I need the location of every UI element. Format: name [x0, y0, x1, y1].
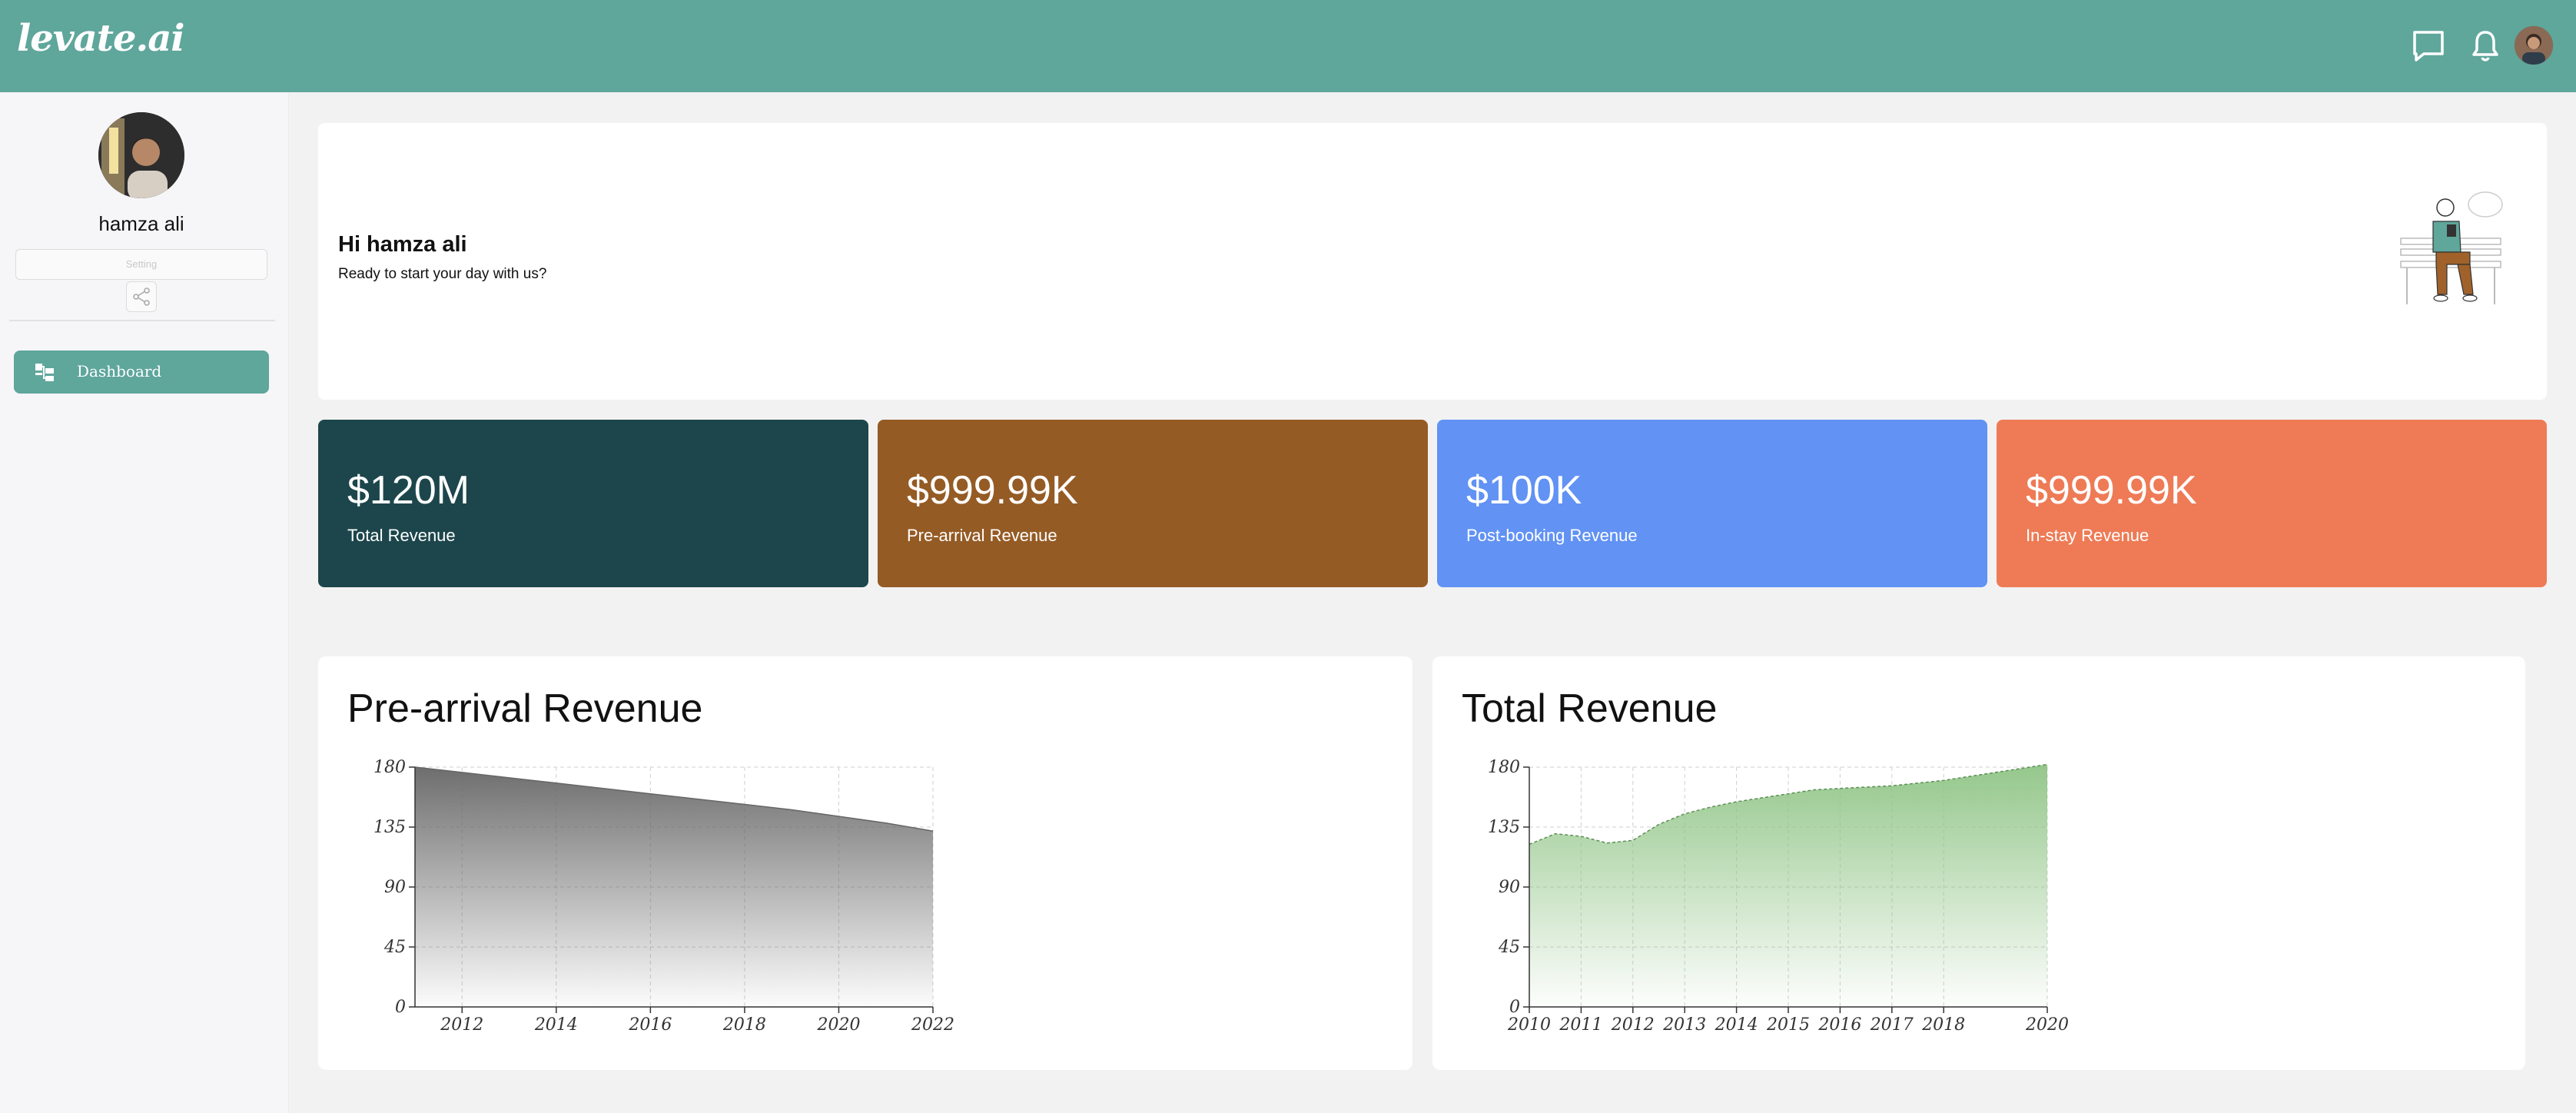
y-tick-label: 90 [1499, 878, 1520, 897]
stat-card-pre-arrival-revenue: $999.99K Pre-arrival Revenue [878, 420, 1428, 587]
x-tick-label: 2014 [1715, 1015, 1758, 1035]
person-on-bench-illustration [2400, 191, 2503, 304]
top-bar: levate.ai [0, 0, 2576, 92]
chart-plot-group: 0 45 90 135 180 2010 2011 2012 2013 2014 2015 2016 2… [1488, 758, 2069, 1035]
x-tick-label: 2018 [722, 1015, 766, 1035]
y-tick-label: 135 [1488, 818, 1520, 837]
sidebar-divider [9, 320, 275, 321]
stat-value: $100K [1466, 468, 1582, 513]
stat-label: Total Revenue [347, 526, 456, 545]
y-tick-label: 45 [383, 938, 406, 957]
x-tick-label: 2012 [440, 1015, 483, 1035]
x-tick-label: 2015 [1766, 1015, 1810, 1035]
x-tick-label: 2018 [1921, 1015, 1965, 1035]
pre-arrival-revenue-chart: 0 45 90 135 180 2012 2014 2016 2018 2020 2022 [373, 758, 954, 1035]
app-logo[interactable]: levate.ai [17, 17, 185, 60]
x-tick-label: 2014 [534, 1015, 578, 1035]
x-tick-label: 2020 [816, 1015, 860, 1035]
user-avatar[interactable] [2515, 26, 2553, 65]
welcome-card: Hi hamza ali Ready to start your day wit… [318, 123, 2547, 400]
message-icon[interactable] [2407, 25, 2450, 68]
chart-title: Total Revenue [1462, 686, 1718, 731]
greeting-subtitle: Ready to start your day with us? [338, 266, 547, 282]
series-area [1529, 764, 2047, 1007]
stat-label: Post-booking Revenue [1466, 526, 1638, 545]
user-avatar-image [2515, 26, 2553, 65]
stat-value: $999.99K [907, 468, 1078, 513]
y-tick-label: 45 [1498, 938, 1520, 957]
x-tick-label: 2012 [1611, 1015, 1655, 1035]
chart-card-total-revenue: Total Revenue 0 45 90 135 180 2010 2011 2012 201… [1432, 656, 2525, 1070]
stat-label: In-stay Revenue [2026, 526, 2149, 545]
y-tick-label: 0 [1509, 998, 1520, 1017]
x-tick-label: 2022 [911, 1015, 954, 1035]
share-icon [133, 287, 150, 306]
dashboard-icon [35, 364, 54, 381]
profile-avatar[interactable] [98, 112, 184, 198]
total-revenue-chart: 0 45 90 135 180 2010 2011 2012 2013 2014 2015 2016 2… [1488, 758, 2069, 1035]
x-tick-label: 2016 [628, 1015, 672, 1035]
y-tick-label: 0 [395, 998, 406, 1017]
stat-card-in-stay-revenue: $999.99K In-stay Revenue [1997, 420, 2547, 587]
greeting-title: Hi hamza ali [338, 232, 467, 257]
x-tick-label: 2016 [1817, 1015, 1861, 1035]
sidebar-item-dashboard[interactable]: Dashboard [14, 351, 269, 394]
sidebar: hamza ali Setting Dashboard [0, 92, 289, 1113]
x-tick-label: 2020 [2025, 1015, 2069, 1035]
bell-icon[interactable] [2464, 25, 2507, 68]
y-tick-label: 180 [373, 758, 406, 777]
profile-name: hamza ali [98, 212, 184, 235]
y-tick-label: 135 [373, 818, 406, 837]
stat-value: $999.99K [2026, 468, 2197, 513]
chart-plot-group: 0 45 90 135 180 2012 2014 2016 2018 2020 2022 [373, 758, 954, 1035]
sidebar-item-label: Dashboard [77, 362, 162, 380]
y-tick-label: 90 [384, 878, 406, 897]
setting-button[interactable]: Setting [15, 249, 267, 280]
stat-card-post-booking-revenue: $100K Post-booking Revenue [1437, 420, 1987, 587]
x-tick-label: 2017 [1870, 1015, 1914, 1035]
share-button[interactable] [126, 281, 157, 312]
profile-photo [98, 112, 184, 198]
series-area [415, 767, 933, 1007]
chart-card-pre-arrival: Pre-arrival Revenue 0 45 90 135 180 2012 2014 2… [318, 656, 1412, 1070]
chart-title: Pre-arrival Revenue [347, 686, 703, 731]
y-tick-label: 180 [1488, 758, 1520, 777]
stat-card-total-revenue: $120M Total Revenue [318, 420, 868, 587]
x-tick-label: 2011 [1559, 1015, 1602, 1035]
stat-label: Pre-arrival Revenue [907, 526, 1057, 545]
x-tick-label: 2013 [1662, 1015, 1706, 1035]
stat-value: $120M [347, 468, 470, 513]
x-tick-label: 2010 [1507, 1015, 1551, 1035]
